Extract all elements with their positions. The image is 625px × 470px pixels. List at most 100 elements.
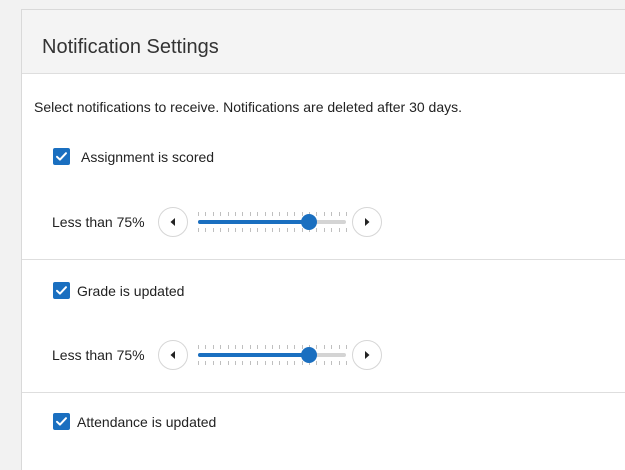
assignment-threshold-label: Less than 75%	[52, 214, 145, 230]
assignment-threshold-decrease-button[interactable]	[158, 207, 188, 237]
checkmark-icon[interactable]	[53, 148, 70, 165]
slider-tick	[279, 212, 281, 216]
slider-tick	[286, 212, 288, 216]
slider-thumb[interactable]	[301, 214, 317, 230]
slider-tick	[279, 345, 281, 349]
slider-tick	[331, 228, 333, 232]
grade-updated-checkbox[interactable]: Grade is updated	[53, 282, 184, 299]
assignment-scored-label: Assignment is scored	[81, 148, 215, 165]
slider-tick	[235, 228, 236, 232]
slider-tick	[323, 212, 325, 216]
slider-tick	[264, 361, 266, 365]
grade-threshold-slider[interactable]	[194, 340, 347, 370]
caret-right-icon	[365, 218, 370, 226]
slider-tick	[242, 361, 244, 365]
slider-tick	[257, 345, 259, 349]
grade-threshold-decrease-button[interactable]	[158, 340, 188, 370]
slider-tick	[294, 345, 296, 349]
slider-tick	[212, 345, 214, 349]
grade-updated-label: Grade is updated	[77, 282, 185, 299]
slider-tick	[205, 345, 207, 349]
slider-tick	[286, 345, 288, 349]
slider-tick	[264, 212, 266, 216]
slider-fill	[198, 353, 309, 357]
slider-tick	[316, 228, 318, 232]
slider-tick	[249, 228, 251, 232]
attendance-updated-label: Attendance is updated	[77, 413, 217, 430]
slider-thumb[interactable]	[301, 347, 317, 363]
slider-tick	[257, 361, 259, 365]
slider-tick	[272, 361, 273, 365]
slider-tick	[257, 212, 259, 216]
checkmark-icon[interactable]	[53, 282, 70, 299]
slider-ticks-bottom	[198, 228, 347, 232]
slider-tick	[316, 345, 318, 349]
slider-tick	[235, 361, 236, 365]
grade-threshold-label: Less than 75%	[52, 347, 145, 363]
slider-tick	[242, 212, 244, 216]
intro-text: Select notifications to receive. Notific…	[34, 99, 463, 115]
slider-tick	[212, 228, 214, 232]
attendance-updated-checkbox[interactable]: Attendance is updated	[53, 413, 216, 430]
slider-tick	[346, 361, 347, 365]
slider-tick	[227, 345, 229, 349]
checkmark-icon[interactable]	[53, 413, 70, 430]
slider-tick	[272, 228, 273, 232]
slider-ticks-top	[198, 212, 347, 216]
slider-tick	[205, 228, 207, 232]
notification-settings-panel: Notification Settings Select notificatio…	[21, 9, 625, 470]
slider-tick	[294, 361, 296, 365]
caret-right-icon	[365, 351, 370, 359]
slider-tick	[220, 361, 222, 365]
slider-tick	[227, 361, 229, 365]
slider-tick	[331, 212, 333, 216]
slider-tick	[323, 361, 325, 365]
slider-tick	[205, 361, 207, 365]
slider-tick	[316, 361, 318, 365]
slider-tick	[338, 361, 340, 365]
slider-tick	[286, 361, 288, 365]
slider-tick	[346, 345, 347, 349]
slider-tick	[331, 361, 333, 365]
slider-tick	[198, 212, 199, 216]
slider-tick	[249, 212, 251, 216]
slider-tick	[242, 345, 244, 349]
slider-tick	[294, 228, 296, 232]
slider-tick	[235, 212, 236, 216]
slider-tick	[227, 212, 229, 216]
slider-tick	[279, 228, 281, 232]
slider-tick	[286, 228, 288, 232]
panel-header: Notification Settings	[22, 10, 625, 74]
assignment-scored-checkbox[interactable]: Assignment is scored	[53, 148, 214, 165]
slider-tick	[338, 345, 340, 349]
assignment-threshold-increase-button[interactable]	[352, 207, 382, 237]
assignment-threshold-slider[interactable]	[194, 207, 347, 237]
divider	[22, 259, 625, 260]
slider-tick	[264, 345, 266, 349]
slider-tick	[212, 212, 214, 216]
slider-tick	[198, 361, 199, 365]
slider-tick	[249, 361, 251, 365]
page-title: Notification Settings	[42, 36, 219, 58]
slider-tick	[235, 345, 236, 349]
slider-tick	[242, 228, 244, 232]
slider-tick	[272, 345, 273, 349]
slider-tick	[264, 228, 266, 232]
slider-tick	[301, 361, 303, 365]
slider-tick	[198, 228, 199, 232]
slider-tick	[212, 361, 214, 365]
slider-tick	[301, 228, 303, 232]
slider-tick	[338, 212, 340, 216]
slider-tick	[294, 212, 296, 216]
slider-tick	[198, 345, 199, 349]
slider-tick	[323, 345, 325, 349]
slider-tick	[316, 212, 318, 216]
slider-tick	[257, 228, 259, 232]
slider-tick	[331, 345, 333, 349]
slider-tick	[220, 212, 222, 216]
slider-tick	[346, 212, 347, 216]
slider-tick	[346, 228, 347, 232]
grade-threshold-increase-button[interactable]	[352, 340, 382, 370]
slider-tick	[227, 228, 229, 232]
slider-tick	[323, 228, 325, 232]
